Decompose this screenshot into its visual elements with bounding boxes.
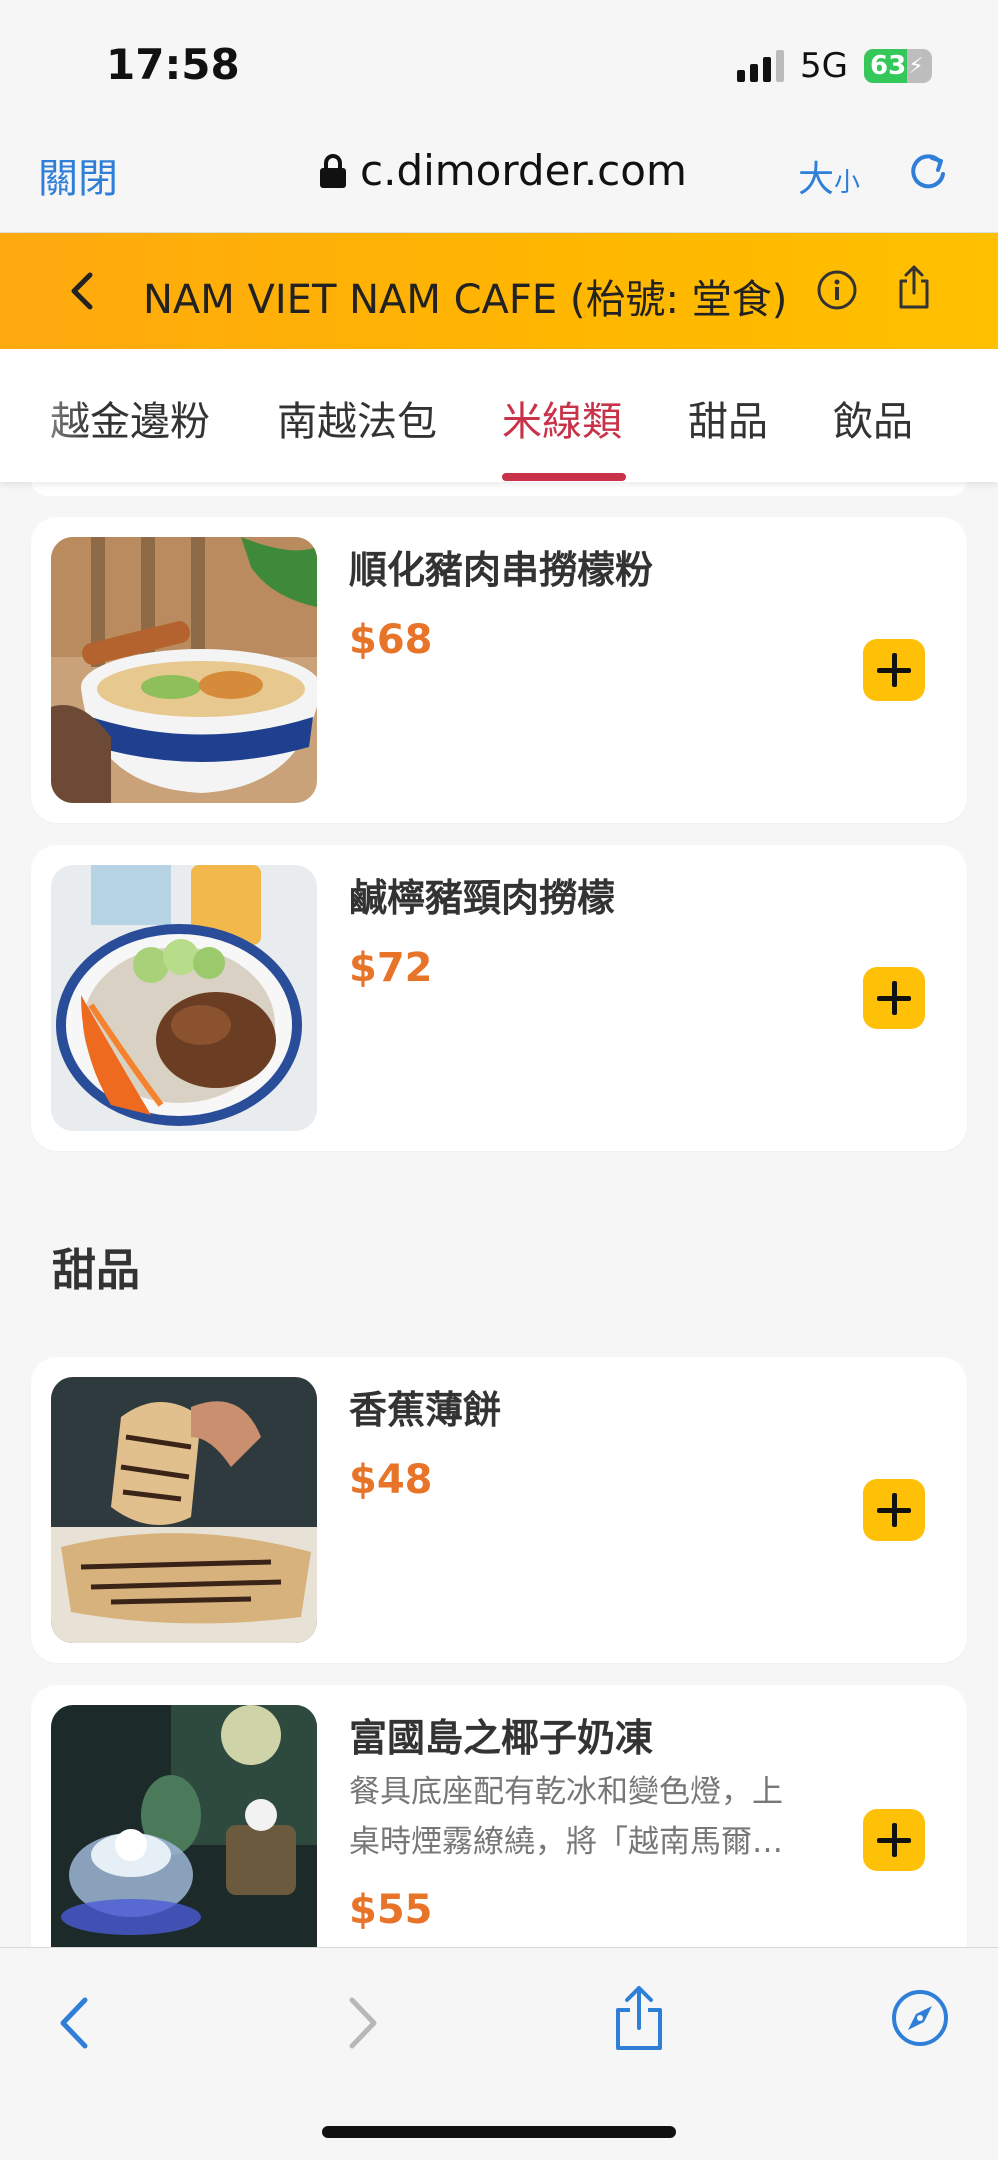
- battery-percent: 63: [870, 51, 907, 81]
- section-title-desserts: 甜品: [52, 1245, 140, 1296]
- text-size-button[interactable]: 大小: [798, 150, 860, 202]
- menu-item-card[interactable]: 香蕉薄餅 $48: [31, 1357, 967, 1663]
- dish-image: [51, 865, 317, 1131]
- dish-price: $55: [349, 1887, 433, 1933]
- charging-bolt-icon: ⚡: [908, 53, 924, 79]
- text-size-big: 大: [798, 159, 835, 200]
- status-indicators: 5G 63 ⚡: [737, 46, 932, 86]
- dish-description: 餐具底座配有乾冰和變色燈，上桌時煙霧繚繞，將「越南馬爾…: [349, 1774, 783, 1860]
- dish-name: 香蕉薄餅: [349, 1388, 502, 1432]
- battery-icon: 63 ⚡: [864, 49, 932, 83]
- previous-card-edge: [31, 482, 967, 496]
- browser-address-bar: 關閉 c.dimorder.com 大小: [0, 130, 998, 233]
- menu-list[interactable]: 順化豬肉串撈檬粉 $68 鹹檸豬頸肉撈檬 $72 甜品 香蕉薄餅 $48 富國島…: [0, 482, 998, 1947]
- tab-banh-mi[interactable]: 南越法包: [277, 389, 437, 447]
- status-bar: 17:58 5G 63 ⚡: [0, 0, 998, 130]
- dish-image: [51, 1705, 317, 1947]
- chevron-right-icon[interactable]: [342, 1994, 382, 2052]
- dish-name: 鹹檸豬頸肉撈檬: [349, 876, 616, 920]
- tab-desserts[interactable]: 甜品: [688, 389, 768, 447]
- active-tab-indicator: [502, 473, 626, 481]
- dish-name: 富國島之椰子奶凍: [349, 1716, 654, 1760]
- text-size-small: 小: [834, 168, 861, 198]
- menu-item-card[interactable]: 富國島之椰子奶凍 餐具底座配有乾冰和變色燈，上桌時煙霧繚繞，將「越南馬爾… $5…: [31, 1685, 967, 1947]
- chevron-left-icon[interactable]: [55, 1994, 95, 2052]
- url-display[interactable]: c.dimorder.com: [320, 146, 687, 195]
- add-to-cart-button[interactable]: [863, 967, 925, 1029]
- menu-item-card[interactable]: 鹹檸豬頸肉撈檬 $72: [31, 845, 967, 1151]
- restaurant-header: NAM VIET NAM CAFE (枱號: 堂食): [0, 233, 998, 349]
- chevron-left-icon[interactable]: [64, 269, 104, 313]
- status-time: 17:58: [106, 40, 240, 89]
- network-type: 5G: [800, 46, 848, 86]
- add-to-cart-button[interactable]: [863, 1809, 925, 1871]
- lock-icon: [320, 153, 346, 188]
- dish-price: $48: [349, 1457, 433, 1503]
- close-button[interactable]: 關閉: [38, 146, 118, 204]
- reload-icon[interactable]: [906, 150, 950, 194]
- dish-price: $72: [349, 945, 433, 991]
- home-indicator: [322, 2126, 676, 2138]
- dish-name: 順化豬肉串撈檬粉: [349, 548, 654, 592]
- tab-rice-noodles[interactable]: 米線類: [502, 389, 622, 447]
- category-tabs: 越金邊粉 南越法包 米線類 甜品 飲品: [0, 349, 998, 482]
- info-icon[interactable]: [816, 269, 858, 311]
- tab-drinks[interactable]: 飲品: [833, 389, 913, 447]
- share-icon[interactable]: [893, 263, 935, 311]
- share-icon[interactable]: [610, 1984, 668, 2054]
- add-to-cart-button[interactable]: [863, 639, 925, 701]
- dish-image: [51, 537, 317, 803]
- menu-item-card[interactable]: 順化豬肉串撈檬粉 $68: [31, 517, 967, 823]
- compass-icon[interactable]: [890, 1988, 950, 2048]
- restaurant-title: NAM VIET NAM CAFE (枱號: 堂食): [143, 277, 788, 323]
- dish-image: [51, 1377, 317, 1643]
- dish-price: $68: [349, 617, 433, 663]
- url-text: c.dimorder.com: [360, 146, 687, 195]
- cellular-signal-icon: [737, 50, 785, 82]
- add-to-cart-button[interactable]: [863, 1479, 925, 1541]
- tabs-scroll-fade: [0, 349, 90, 482]
